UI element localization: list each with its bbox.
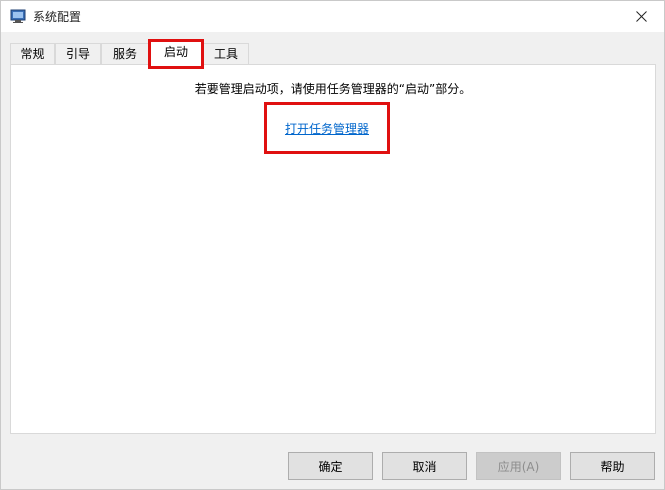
- tab-services[interactable]: 服务: [101, 43, 149, 64]
- close-button[interactable]: [618, 1, 664, 32]
- tab-strip: 常规 引导 服务 启动 工具: [10, 41, 650, 66]
- system-config-window: 系统配置 常规 引导 服务 启动 工具 若要管理启动项，请使用任务管理器的“启动…: [0, 0, 665, 490]
- open-task-manager-link[interactable]: 打开任务管理器: [285, 120, 369, 137]
- tab-general[interactable]: 常规: [10, 43, 55, 64]
- close-icon: [635, 7, 647, 26]
- help-button[interactable]: 帮助: [570, 452, 655, 480]
- startup-panel: 若要管理启动项，请使用任务管理器的“启动”部分。 打开任务管理器: [10, 64, 656, 434]
- ok-button[interactable]: 确定: [288, 452, 373, 480]
- title-bar[interactable]: 系统配置: [1, 1, 664, 32]
- apply-button[interactable]: 应用(A): [476, 452, 561, 480]
- system-config-icon: [10, 8, 26, 24]
- startup-instructions: 若要管理启动项，请使用任务管理器的“启动”部分。: [194, 82, 472, 96]
- tab-boot[interactable]: 引导: [55, 43, 101, 64]
- tab-startup[interactable]: 启动: [149, 41, 203, 66]
- cancel-button[interactable]: 取消: [382, 452, 467, 480]
- task-manager-link-highlight: 打开任务管理器: [264, 102, 390, 154]
- window-title: 系统配置: [33, 10, 82, 24]
- tab-tools[interactable]: 工具: [203, 43, 249, 64]
